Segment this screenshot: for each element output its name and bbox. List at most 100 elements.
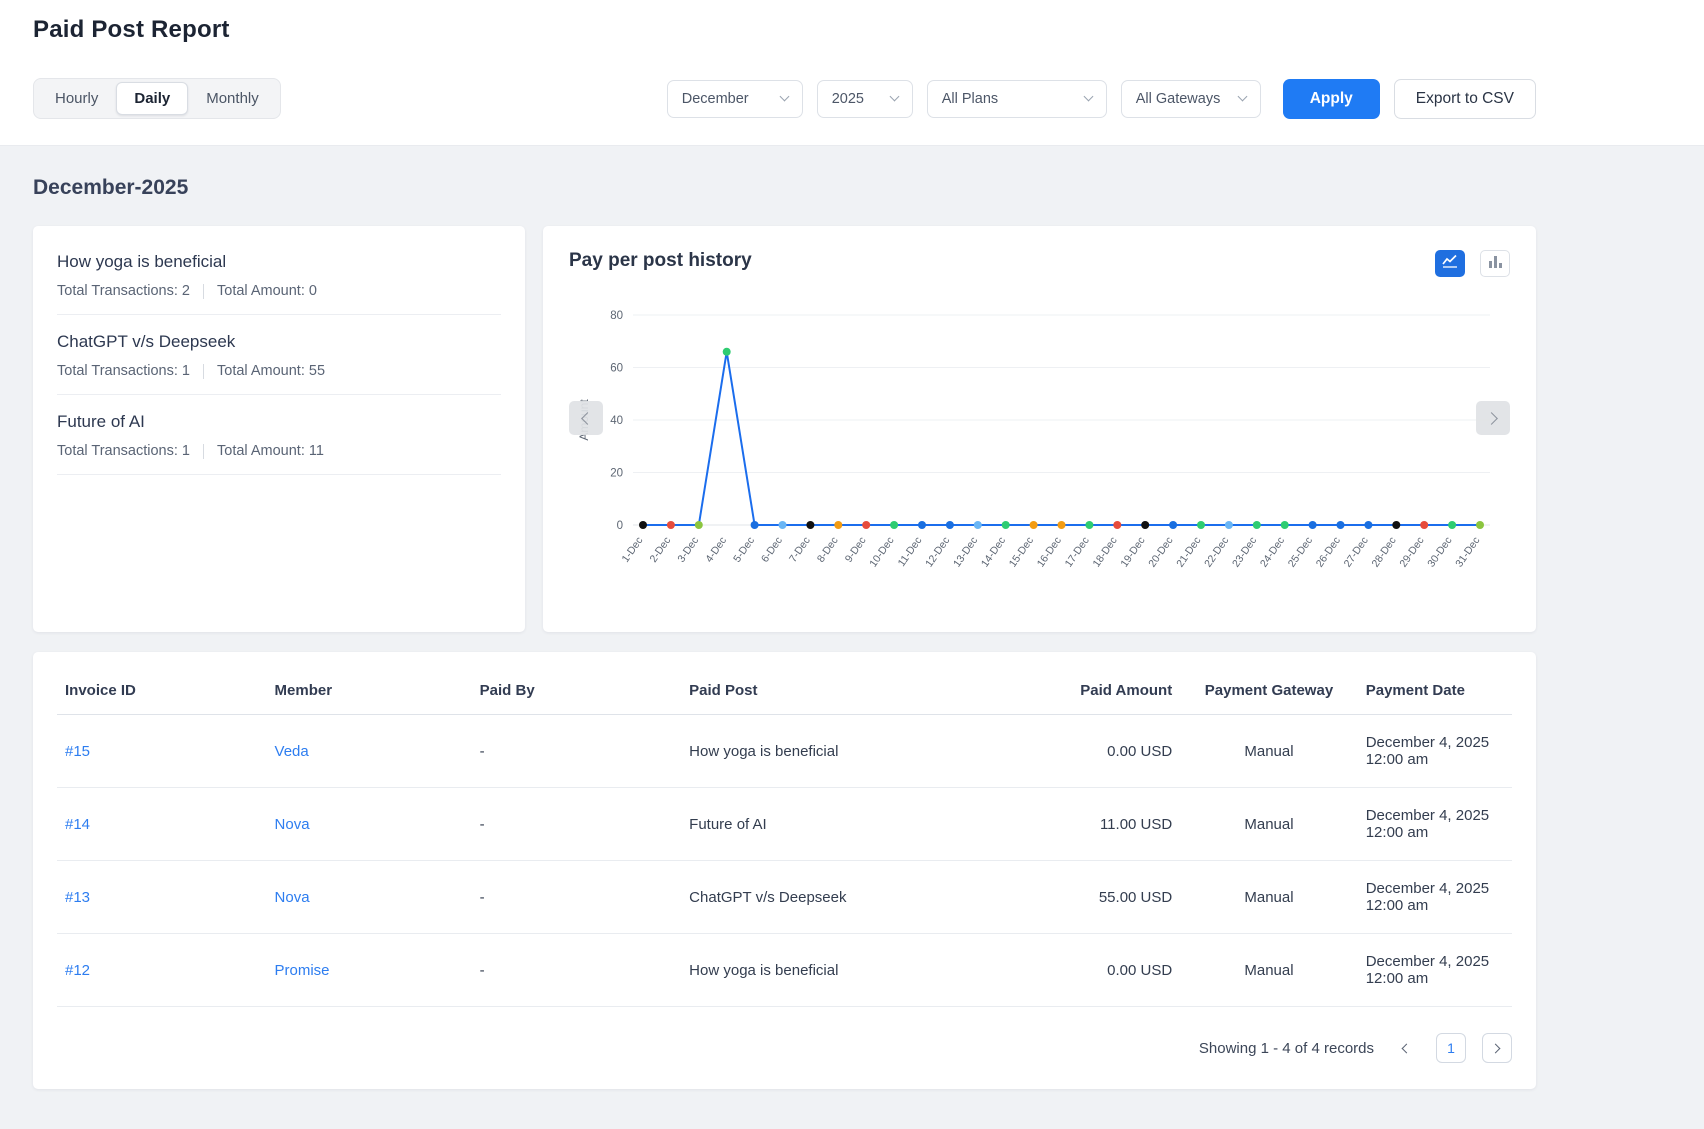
col-payment-date: Payment Date xyxy=(1358,660,1512,715)
chevron-down-icon xyxy=(889,92,899,102)
post-summary-list: How yoga is beneficialTotal Transactions… xyxy=(57,252,501,475)
post-summary-item: How yoga is beneficialTotal Transactions… xyxy=(57,252,501,315)
meta-divider xyxy=(203,284,204,299)
svg-text:14-Dec: 14-Dec xyxy=(979,535,1008,570)
member-link[interactable]: Promise xyxy=(275,962,330,979)
chevron-right-icon xyxy=(1491,1043,1501,1053)
transactions-table-card: Invoice ID Member Paid By Paid Post Paid… xyxy=(33,652,1536,1089)
paid-post-cell: How yoga is beneficial xyxy=(681,934,989,1007)
invoice-link[interactable]: #14 xyxy=(65,816,90,833)
svg-text:27-Dec: 27-Dec xyxy=(1342,535,1371,570)
paid-by-cell: - xyxy=(472,861,682,934)
chevron-right-icon xyxy=(1485,412,1498,425)
page-title: Paid Post Report xyxy=(33,16,1536,44)
svg-text:1-Dec: 1-Dec xyxy=(620,535,646,565)
gateway-cell: Manual xyxy=(1180,861,1358,934)
member-link[interactable]: Nova xyxy=(275,816,310,833)
gateway-cell: Manual xyxy=(1180,934,1358,1007)
svg-text:25-Dec: 25-Dec xyxy=(1286,535,1315,570)
post-total-transactions: Total Transactions: 1 xyxy=(57,363,190,379)
pay-per-post-chart: 020406080Amount1-Dec2-Dec3-Dec4-Dec5-Dec… xyxy=(575,301,1510,603)
svg-text:20-Dec: 20-Dec xyxy=(1146,535,1175,570)
interval-tabs: Hourly Daily Monthly xyxy=(33,78,281,119)
svg-text:24-Dec: 24-Dec xyxy=(1258,535,1287,570)
post-total-amount: Total Amount: 0 xyxy=(217,283,317,299)
post-meta: Total Transactions: 1 Total Amount: 11 xyxy=(57,443,501,459)
tab-hourly[interactable]: Hourly xyxy=(37,82,116,115)
svg-text:6-Dec: 6-Dec xyxy=(759,535,785,565)
chart-prev-button[interactable] xyxy=(569,401,603,435)
chart-title: Pay per post history xyxy=(569,250,752,272)
pagination-page-button[interactable]: 1 xyxy=(1436,1033,1466,1063)
pagination-prev-button[interactable] xyxy=(1390,1033,1420,1063)
line-chart-toggle[interactable] xyxy=(1435,250,1465,277)
post-total-amount: Total Amount: 11 xyxy=(217,443,324,459)
col-payment-gateway: Payment Gateway xyxy=(1180,660,1358,715)
chevron-left-icon xyxy=(1402,1043,1412,1053)
post-total-transactions: Total Transactions: 1 xyxy=(57,443,190,459)
plan-select[interactable]: All Plans xyxy=(927,80,1107,118)
bar-chart-toggle[interactable] xyxy=(1480,250,1510,277)
svg-text:19-Dec: 19-Dec xyxy=(1118,535,1147,570)
paid-amount-cell: 55.00 USD xyxy=(990,861,1181,934)
gateway-select-value: All Gateways xyxy=(1136,91,1221,107)
transactions-table: Invoice ID Member Paid By Paid Post Paid… xyxy=(57,660,1512,1007)
table-row: #13Nova-ChatGPT v/s Deepseek55.00 USDMan… xyxy=(57,861,1512,934)
paid-amount-cell: 0.00 USD xyxy=(990,934,1181,1007)
svg-text:40: 40 xyxy=(610,415,623,427)
svg-text:28-Dec: 28-Dec xyxy=(1370,535,1399,570)
chart-area: 020406080Amount1-Dec2-Dec3-Dec4-Dec5-Dec… xyxy=(569,301,1510,608)
svg-text:22-Dec: 22-Dec xyxy=(1202,535,1231,570)
gateway-select[interactable]: All Gateways xyxy=(1121,80,1261,118)
member-link[interactable]: Nova xyxy=(275,889,310,906)
svg-text:15-Dec: 15-Dec xyxy=(1007,535,1036,570)
invoice-link[interactable]: #12 xyxy=(65,962,90,979)
post-title: ChatGPT v/s Deepseek xyxy=(57,332,501,352)
svg-text:30-Dec: 30-Dec xyxy=(1425,535,1454,570)
svg-text:8-Dec: 8-Dec xyxy=(815,535,841,565)
invoice-link[interactable]: #13 xyxy=(65,889,90,906)
apply-button[interactable]: Apply xyxy=(1283,79,1380,119)
svg-text:31-Dec: 31-Dec xyxy=(1453,535,1482,570)
tab-monthly[interactable]: Monthly xyxy=(188,82,277,115)
table-row: #15Veda-How yoga is beneficial0.00 USDMa… xyxy=(57,715,1512,788)
meta-divider xyxy=(203,364,204,379)
pagination-next-button[interactable] xyxy=(1482,1033,1512,1063)
line-chart-icon xyxy=(1442,254,1458,273)
svg-text:80: 80 xyxy=(610,310,623,322)
invoice-link[interactable]: #15 xyxy=(65,743,90,760)
paid-amount-cell: 11.00 USD xyxy=(990,788,1181,861)
svg-text:18-Dec: 18-Dec xyxy=(1091,535,1120,570)
svg-text:16-Dec: 16-Dec xyxy=(1035,535,1064,570)
svg-text:4-Dec: 4-Dec xyxy=(703,535,729,565)
tab-daily[interactable]: Daily xyxy=(116,82,188,115)
report-table-body: #15Veda-How yoga is beneficial0.00 USDMa… xyxy=(57,715,1512,1007)
export-csv-button[interactable]: Export to CSV xyxy=(1394,79,1536,119)
month-select-value: December xyxy=(682,91,749,107)
svg-text:3-Dec: 3-Dec xyxy=(675,535,701,565)
post-meta: Total Transactions: 2Total Amount: 0 xyxy=(57,283,501,299)
year-select[interactable]: 2025 xyxy=(817,80,913,118)
svg-text:7-Dec: 7-Dec xyxy=(787,535,813,565)
post-summary-item: Future of AI Total Transactions: 1 Total A… xyxy=(57,412,501,475)
gateway-cell: Manual xyxy=(1180,715,1358,788)
svg-text:13-Dec: 13-Dec xyxy=(951,535,980,570)
chart-card: Pay per post history 020406080Amou xyxy=(543,226,1536,632)
member-link[interactable]: Veda xyxy=(275,743,309,760)
paid-post-cell: Future of AI xyxy=(681,788,989,861)
post-title: Future of AI xyxy=(57,412,501,432)
svg-text:21-Dec: 21-Dec xyxy=(1174,535,1203,570)
table-row: #12Promise-How yoga is beneficial0.00 US… xyxy=(57,934,1512,1007)
chart-next-button[interactable] xyxy=(1476,401,1510,435)
main-content: December-2025 How yoga is beneficialTota… xyxy=(33,146,1536,1129)
table-header-row: Invoice ID Member Paid By Paid Post Paid… xyxy=(57,660,1512,715)
svg-text:9-Dec: 9-Dec xyxy=(843,535,869,565)
pagination: Showing 1 - 4 of 4 records 1 xyxy=(57,1033,1512,1063)
svg-text:5-Dec: 5-Dec xyxy=(731,535,757,565)
pagination-summary: Showing 1 - 4 of 4 records xyxy=(1199,1040,1374,1057)
svg-text:12-Dec: 12-Dec xyxy=(923,535,952,570)
paid-by-cell: - xyxy=(472,715,682,788)
post-meta: Total Transactions: 1Total Amount: 55 xyxy=(57,363,501,379)
month-select[interactable]: December xyxy=(667,80,803,118)
svg-text:29-Dec: 29-Dec xyxy=(1397,535,1426,570)
